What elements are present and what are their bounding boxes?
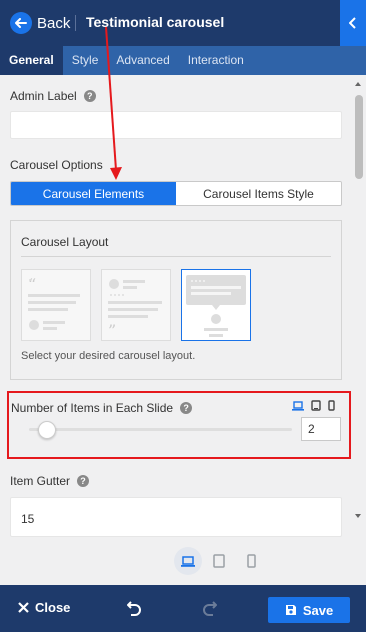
svg-text:“: “ [28,275,36,294]
help-icon[interactable]: ? [83,90,96,102]
layout-option-3[interactable] [181,269,251,341]
tab-bar: General Style Advanced Interaction [0,46,366,75]
phone-icon [246,554,256,568]
back-button[interactable]: Back [10,10,70,36]
carousel-layout-hint: Select your desired carousel layout. [21,350,196,362]
tab-general[interactable]: General [0,46,63,75]
device-preview-bar [0,537,366,585]
tab-interaction[interactable]: Interaction [179,46,253,75]
settings-panel: Admin Label ? Carousel Options Carousel … [0,75,352,537]
carousel-elements-button[interactable]: Carousel Elements [11,182,176,205]
top-bar: Back Testimonial carousel [0,0,366,46]
item-gutter-label: Item Gutter ? [10,474,90,488]
items-slider-handle[interactable] [38,421,57,439]
close-label: Close [35,600,71,615]
divider [21,256,331,257]
scroll-up-icon[interactable] [355,82,361,86]
phone-icon[interactable] [328,400,335,411]
items-per-slide-label: Number of Items in Each Slide ? [11,401,193,415]
close-icon [18,602,29,613]
close-button[interactable]: Close [18,600,70,615]
tablet-icon [213,554,225,568]
scrollbar-thumb[interactable] [355,95,363,179]
help-icon[interactable]: ? [77,475,90,487]
tablet-icon[interactable] [311,400,321,411]
carousel-layout-title: Carousel Layout [21,235,109,249]
save-button[interactable]: Save [268,597,350,623]
tab-advanced[interactable]: Advanced [107,46,178,75]
scroll-down-icon[interactable] [355,514,361,518]
laptop-icon [181,555,195,567]
items-slider-track[interactable] [29,428,292,431]
collapse-panel-button[interactable] [340,0,366,46]
help-icon[interactable]: ? [180,402,193,414]
back-arrow-icon [10,12,32,34]
carousel-items-style-button[interactable]: Carousel Items Style [176,182,341,205]
save-label: Save [302,602,334,618]
header-divider [75,15,76,31]
laptop-icon[interactable] [292,400,304,411]
admin-label-input[interactable] [10,111,342,139]
layout-3-preview-icon [186,275,246,337]
admin-label-text: Admin Label [10,89,77,103]
bottom-bar: Close Save [0,585,366,632]
chevron-left-icon [349,17,356,29]
page-title: Testimonial carousel [86,14,225,30]
svg-text:”: ” [108,321,116,340]
phone-preview-button[interactable] [237,547,265,575]
items-per-slide-section: Number of Items in Each Slide ? 2 [7,391,351,459]
tablet-preview-button[interactable] [205,547,233,575]
carousel-layout-box: Carousel Layout “ ” Select your desired … [10,220,342,380]
save-icon [285,605,296,615]
redo-icon [203,601,218,616]
admin-label-field-label: Admin Label ? [10,89,96,103]
items-count-input[interactable]: 2 [301,417,341,441]
scrollbar[interactable] [352,75,366,537]
device-switcher [292,400,335,411]
tab-style[interactable]: Style [63,46,108,75]
carousel-options-toggle: Carousel Elements Carousel Items Style [10,181,342,206]
carousel-options-label: Carousel Options [10,158,103,172]
carousel-options-text: Carousel Options [10,158,103,172]
layout-option-2[interactable]: ” [101,269,171,341]
item-gutter-text: Item Gutter [10,474,71,488]
layout-2-preview-icon: ” [108,279,162,340]
desktop-preview-button[interactable] [174,547,202,575]
undo-button[interactable] [126,600,141,619]
item-gutter-input[interactable]: 15 [10,497,342,537]
back-label: Back [37,14,71,32]
redo-button[interactable] [203,600,218,619]
layout-1-preview-icon: “ [28,275,80,330]
items-per-slide-text: Number of Items in Each Slide [11,401,174,415]
layout-option-1[interactable]: “ [21,269,91,341]
undo-icon [126,601,141,616]
